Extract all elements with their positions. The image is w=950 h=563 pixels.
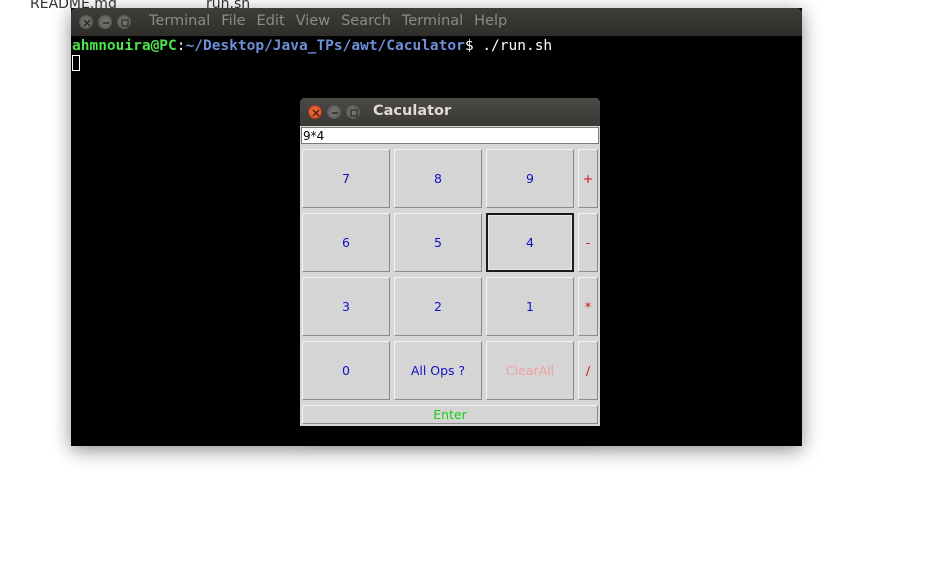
prompt-user: ahmnouira@PC [72, 38, 177, 54]
key-9[interactable]: 9 [486, 149, 574, 208]
enter-button[interactable]: Enter [302, 405, 598, 424]
maximize-icon[interactable] [346, 105, 360, 119]
prompt-colon: : [176, 38, 186, 54]
key-6[interactable]: 6 [302, 213, 390, 272]
prompt-path: ~/Desktop/Java_TPs/awt/Caculator [185, 38, 465, 54]
key-4[interactable]: 4 [486, 213, 574, 272]
menu-file[interactable]: File [221, 13, 245, 29]
key-divide[interactable]: / [578, 341, 598, 400]
key-0[interactable]: 0 [302, 341, 390, 400]
prompt-line: ahmnouira@PC:~/Desktop/Java_TPs/awt/Cacu… [72, 37, 552, 55]
key-3[interactable]: 3 [302, 277, 390, 336]
menu-search[interactable]: Search [341, 13, 391, 29]
menu-help[interactable]: Help [474, 13, 507, 29]
key-1[interactable]: 1 [486, 277, 574, 336]
menu-edit[interactable]: Edit [257, 13, 285, 29]
terminal-menubar: Terminal File Edit View Search Terminal … [149, 13, 518, 29]
menu-terminal-app[interactable]: Terminal [149, 13, 210, 29]
key-8[interactable]: 8 [394, 149, 482, 208]
calculator-title: Caculator [373, 103, 452, 119]
key-5[interactable]: 5 [394, 213, 482, 272]
minimize-icon[interactable] [98, 15, 112, 29]
text-cursor [72, 55, 80, 71]
maximize-icon[interactable] [117, 15, 131, 29]
menu-terminal[interactable]: Terminal [402, 13, 463, 29]
prompt-command: ./run.sh [473, 38, 553, 54]
key-minus[interactable]: - [578, 213, 598, 272]
close-icon[interactable] [308, 105, 322, 119]
terminal-title-bar[interactable]: Terminal File Edit View Search Terminal … [71, 8, 802, 36]
key-2[interactable]: 2 [394, 277, 482, 336]
close-icon[interactable] [79, 15, 93, 29]
calculator-title-bar[interactable]: Caculator [300, 98, 600, 126]
minimize-icon[interactable] [327, 105, 341, 119]
prompt-symbol: $ [464, 38, 474, 54]
menu-view[interactable]: View [296, 13, 330, 29]
calculator-display[interactable] [301, 127, 599, 144]
key-7[interactable]: 7 [302, 149, 390, 208]
all-ops-button[interactable]: All Ops ? [394, 341, 482, 400]
key-plus[interactable]: + [578, 149, 598, 208]
key-multiply[interactable]: * [578, 277, 598, 336]
clear-all-button[interactable]: ClearAll [486, 341, 574, 400]
